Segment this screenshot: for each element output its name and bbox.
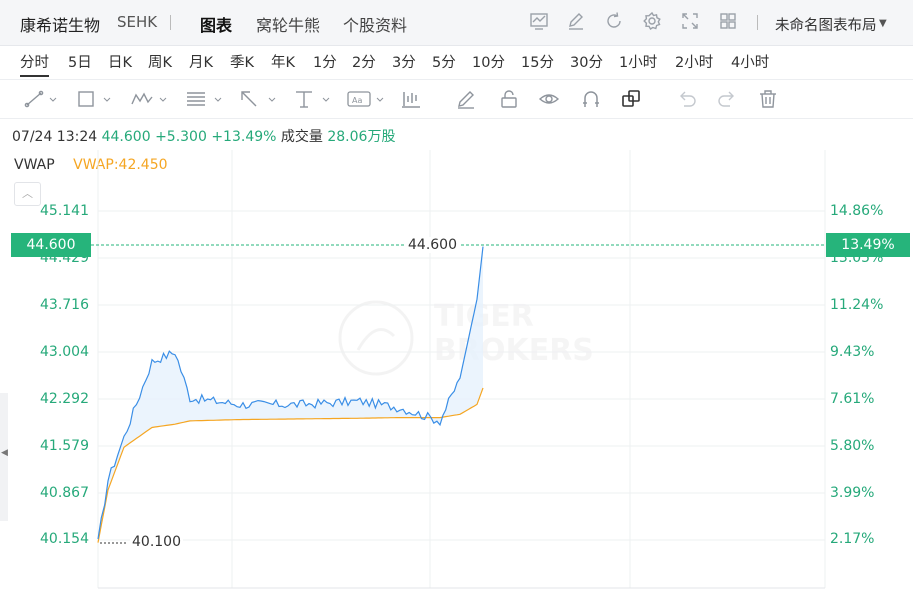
price-tick: 40.867: [40, 485, 89, 501]
current-price-tag: 44.600: [11, 233, 91, 257]
pct-tick: 14.86%: [830, 203, 884, 219]
pct-tick: 11.24%: [830, 297, 884, 313]
price-area-fill: [98, 246, 483, 543]
pct-tick: 7.61%: [830, 391, 875, 407]
pct-tick: 3.99%: [830, 485, 875, 501]
high-price-note: 44.600: [406, 237, 459, 253]
pct-tick: 2.17%: [830, 531, 875, 547]
pct-tick: 9.43%: [830, 344, 875, 360]
pct-tick: 5.80%: [830, 438, 875, 454]
price-tick: 40.154: [40, 531, 89, 547]
price-tick: 42.292: [40, 391, 89, 407]
current-pct-tag: 13.49%: [826, 233, 910, 257]
price-tick: 41.579: [40, 438, 89, 454]
low-price-note: 40.100: [130, 534, 183, 550]
price-tick: 43.716: [40, 297, 89, 313]
price-tick: 45.141: [40, 203, 89, 219]
price-tick: 43.004: [40, 344, 89, 360]
intraday-chart[interactable]: [0, 0, 913, 595]
